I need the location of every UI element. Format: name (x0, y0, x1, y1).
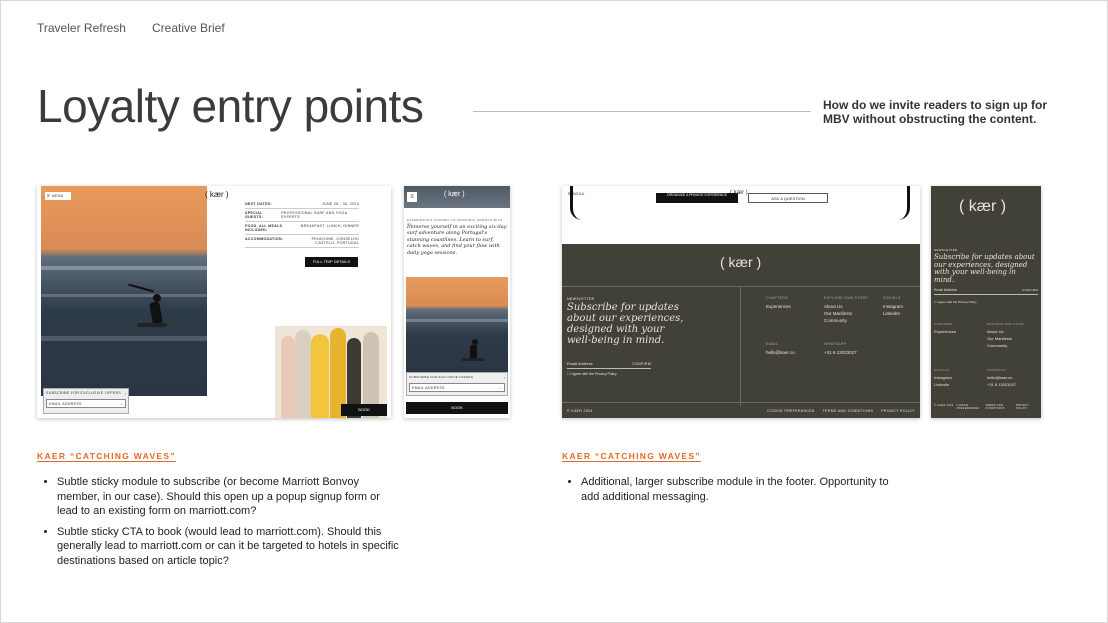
menu-label: MENU (51, 194, 64, 198)
footer-link[interactable]: Community (824, 318, 878, 323)
book-button[interactable]: BOOK (341, 404, 387, 416)
checkbox-icon[interactable]: □ (567, 372, 569, 376)
chevron-right-icon[interactable]: › (125, 391, 126, 396)
footer-col-contacts: CONTACTS hello@kaer.co +31 6 12023027 (987, 368, 1017, 387)
confirm-button[interactable]: CONFIRM (1022, 288, 1038, 292)
page-title: Loyalty entry points (37, 80, 424, 132)
mobile-mockup-footer: ( kær ) NEWSLETTER Subscribe for updates… (931, 186, 1041, 418)
footer-link[interactable]: Instagram (883, 304, 917, 309)
footer-col-chapters: CHAPTERS Experiences (934, 322, 957, 334)
kaer-logo: ( kær ) (444, 191, 465, 198)
kaer-logo-small: ( kær ) (730, 190, 748, 196)
full-trip-details-button[interactable]: FULL TRIP DETAILS (305, 257, 358, 267)
newsletter-label: NEWSLETTER (567, 297, 595, 301)
footer-link[interactable]: LinkedIn (934, 382, 952, 387)
ask-question-button[interactable]: ASK A QUESTION (748, 193, 828, 203)
trip-details: NEXT DATES: JUNE 28 - 30, 2024 SPECIAL G… (245, 200, 359, 248)
header-doc-type: Creative Brief (152, 21, 225, 35)
section-label-right: KAER “CATCHING WAVES” (562, 451, 701, 461)
privacy-consent[interactable]: □ I agree with the Privacy Policy (567, 372, 617, 376)
newsletter-email-field[interactable]: Email Address CONFIRM (934, 286, 1038, 295)
copyright: © KAER 2024 (567, 409, 593, 413)
page-top: ≡ MENU ORGANIZE A PRIVATE EXPERIENCE ( k… (562, 186, 920, 244)
article-intro: Immerse yourself in an exciting six-day … (407, 224, 507, 256)
footer-link[interactable]: LinkedIn (883, 311, 917, 316)
mobile-mockup-article: ≡ ( kær ) EXPERIENCE'S JOURNEY OF PERSON… (404, 186, 510, 418)
detail-row: ACCOMMODATION: PENICHINE, CONSELHO CASTE… (245, 235, 359, 248)
section-label-left: KAER “CATCHING WAVES” (37, 451, 176, 461)
surf-photo (406, 277, 508, 373)
confirm-button[interactable]: CONFIRM (632, 362, 651, 366)
title-divider (473, 111, 811, 112)
hamburger-icon: ≡ (47, 193, 50, 199)
footer-col-socials: SOCIALS Instagram LinkedIn (883, 296, 917, 316)
menu-button[interactable]: ≡ MENU (45, 192, 71, 200)
footer-link[interactable]: hello@kaer.co (987, 375, 1016, 380)
footer-col-explore: EXPLORE OUR STORY About Us Our Manifesto… (987, 322, 1025, 348)
privacy-consent[interactable]: □ I agree with the Privacy Policy (934, 300, 977, 304)
bullet-item: Subtle sticky CTA to book (would lead to… (57, 525, 400, 569)
sticky-subscribe-module: SUBSCRIBE FOR EXCLUSIVE OFFERS › EMAIL A… (406, 372, 508, 396)
book-button[interactable]: BOOK (406, 402, 508, 414)
key-question: How do we invite readers to sign up for … (823, 98, 1048, 126)
footer-email: EMAIL hello@kaer.co (766, 342, 795, 355)
newsletter-heading: Subscribe for updates about our experien… (567, 302, 684, 346)
footer-link[interactable]: Our Manifesto (987, 336, 1025, 341)
bullet-item: Subtle sticky module to subscribe (or be… (57, 475, 400, 519)
chevron-right-icon[interactable]: › (504, 375, 505, 380)
kaer-logo: ( kær ) (959, 198, 1007, 215)
footer-link[interactable]: COOKIE PREFERENCES (767, 409, 814, 413)
footer-col-socials: SOCIALS Instagram LinkedIn (934, 368, 952, 387)
site-footer: ( kær ) NEWSLETTER Subscribe for updates… (562, 244, 920, 418)
surf-photo (41, 186, 207, 396)
bullet-item: Additional, larger subscribe module in t… (581, 475, 909, 504)
footer-link[interactable]: TERMS AND CONDITIONS (985, 404, 1013, 410)
header-project: Traveler Refresh (37, 21, 126, 35)
footer-link[interactable]: COOKIE PREFERENCES (957, 404, 983, 410)
desktop-mockup-footer: ≡ MENU ORGANIZE A PRIVATE EXPERIENCE ( k… (562, 186, 920, 418)
arrow-right-icon[interactable]: → (119, 401, 123, 406)
kaer-logo: ( kær ) (205, 190, 229, 199)
email-field[interactable]: EMAIL ADDRESS → (46, 399, 126, 408)
organize-private-experience-button[interactable]: ORGANIZE A PRIVATE EXPERIENCE (656, 193, 738, 203)
footer-link[interactable]: Experiences (934, 329, 956, 334)
email-field[interactable]: EMAIL ADDRESS → (409, 383, 505, 392)
footer-link[interactable]: +31 6 12023027 (987, 382, 1016, 387)
legal-links: © KAER 2024 COOKIE PREFERENCES TERMS AND… (934, 404, 1038, 410)
kaer-logo: ( kær ) (720, 254, 762, 270)
legal-links: COOKIE PREFERENCES TERMS AND CONDITIONS … (767, 409, 915, 413)
footer-link[interactable]: About Us (824, 304, 878, 309)
footer-link[interactable]: Experiences (766, 304, 820, 309)
newsletter-heading: Subscribe for updates about our experien… (934, 253, 1035, 284)
footer-whatsapp: WHATSAPP +31 6 12023027 (824, 342, 857, 355)
sticky-subscribe-module: SUBSCRIBE FOR EXCLUSIVE OFFERS › EMAIL A… (43, 388, 129, 414)
newsletter-label: NEWSLETTER (934, 248, 958, 252)
footer-link[interactable]: Instagram (934, 375, 952, 380)
footer-link[interactable]: PRIVACY POLICY (1016, 404, 1038, 410)
footer-link[interactable]: About Us (987, 329, 1025, 334)
footer-link[interactable]: TERMS AND CONDITIONS (823, 409, 874, 413)
footer-col-chapters: CHAPTERS Experiences (766, 296, 820, 309)
footer-link[interactable]: Community (987, 343, 1025, 348)
bullet-list-left: Subtle sticky module to subscribe (or be… (40, 475, 400, 575)
slide: Traveler Refresh Creative Brief Loyalty … (0, 0, 1108, 623)
checkbox-icon[interactable]: □ (934, 300, 936, 304)
footer-col-explore: EXPLORE OUR STORY About Us Our Manifesto… (824, 296, 878, 323)
arrow-right-icon[interactable]: → (498, 385, 502, 390)
footer-link[interactable]: PRIVACY POLICY (881, 409, 915, 413)
subscribe-label: SUBSCRIBE FOR EXCLUSIVE OFFERS (46, 391, 122, 395)
newsletter-email-field[interactable]: Email Address CONFIRM (567, 359, 651, 369)
footer-link[interactable]: Our Manifesto (824, 311, 878, 316)
detail-row: FOOD, ALL MEALS INCLUDED: BREAKFAST, LUN… (245, 222, 359, 235)
bullet-list-right: Additional, larger subscribe module in t… (564, 475, 909, 510)
detail-row: SPECIAL GUESTS: PROFESSIONAL SURF AND YO… (245, 209, 359, 222)
detail-row: NEXT DATES: JUNE 28 - 30, 2024 (245, 200, 359, 209)
hamburger-icon[interactable]: ≡ (407, 192, 417, 202)
desktop-mockup-article: ≡ MENU ( kær ) NEXT DATES: JUNE 28 - 30,… (37, 186, 391, 418)
